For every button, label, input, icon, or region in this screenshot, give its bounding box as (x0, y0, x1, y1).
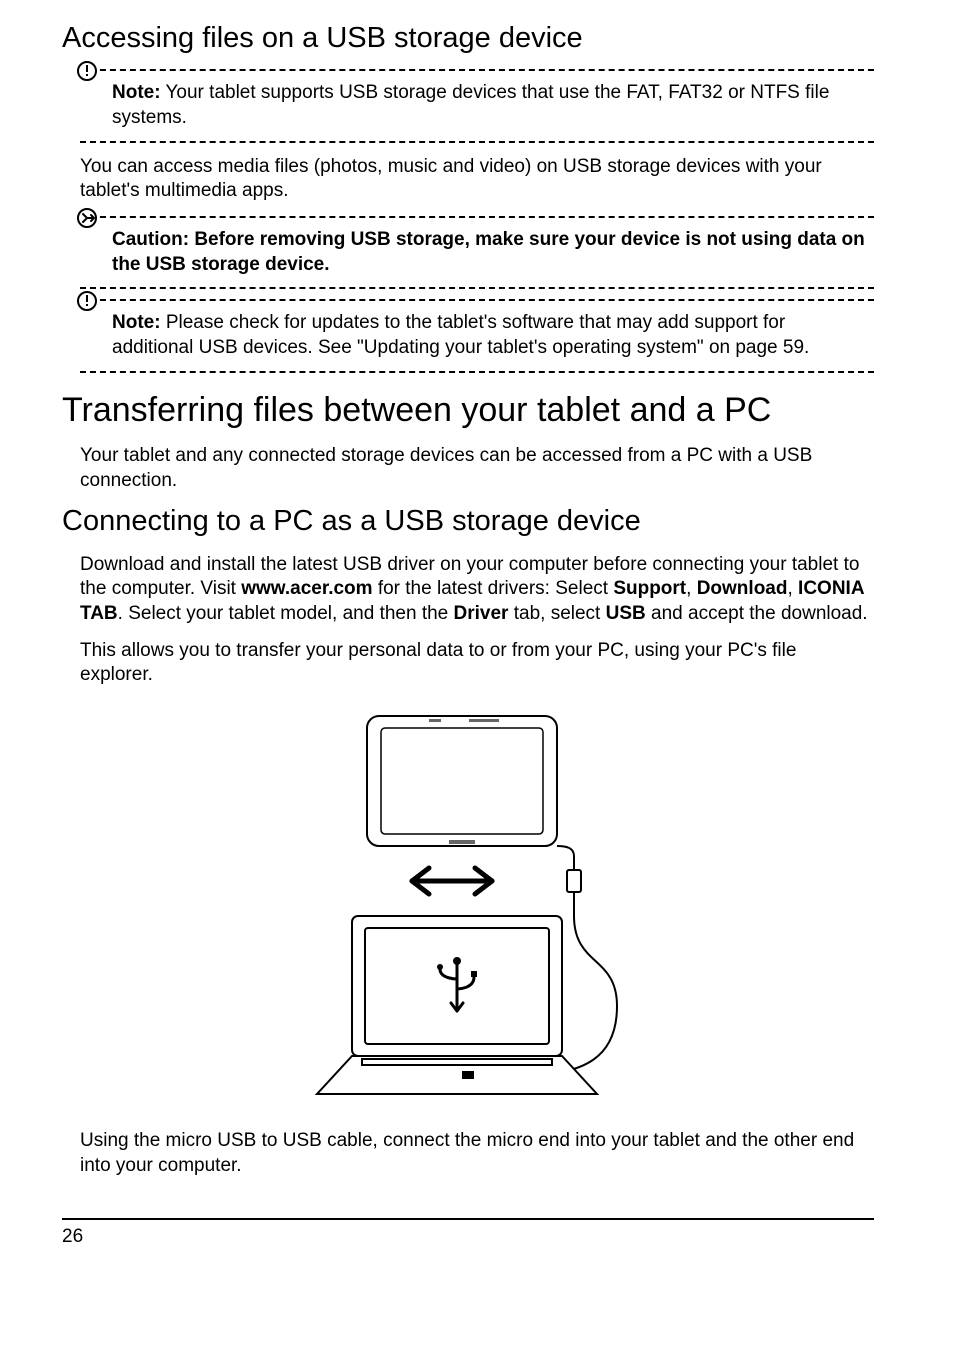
page-number: 26 (62, 1226, 83, 1247)
label-support: Support (613, 578, 686, 599)
label-usb: USB (606, 603, 646, 624)
heading-accessing: Accessing files on a USB storage device (62, 22, 874, 55)
label-driver: Driver (454, 603, 509, 624)
note-text: Your tablet supports USB storage devices… (112, 82, 829, 128)
paragraph-access: You can access media files (photos, musi… (80, 155, 874, 204)
text: , (787, 578, 798, 599)
note-icon (76, 290, 98, 312)
caution-remove: Caution: Before removing USB storage, ma… (80, 216, 874, 289)
page: Accessing files on a USB storage device … (0, 0, 954, 1278)
paragraph-transfer: Your tablet and any connected storage de… (80, 444, 874, 493)
caution-icon (76, 207, 98, 229)
paragraph-driver: Download and install the latest USB driv… (80, 553, 874, 627)
paragraph-explorer: This allows you to transfer your persona… (80, 639, 874, 688)
note-icon (76, 60, 98, 82)
page-footer: 26 (62, 1218, 874, 1248)
text: and accept the download. (646, 603, 868, 624)
text: . Select your tablet model, and then the (118, 603, 454, 624)
text: tab, select (508, 603, 605, 624)
label-download: Download (697, 578, 788, 599)
text: , (686, 578, 697, 599)
heading-transferring: Transferring files between your tablet a… (62, 391, 874, 430)
note-label: Note: (112, 312, 161, 333)
figure-usb-connection (80, 706, 874, 1111)
heading-connecting: Connecting to a PC as a USB storage devi… (62, 505, 874, 538)
note-label: Note: (112, 82, 161, 103)
note-updates: Note: Please check for updates to the ta… (80, 299, 874, 372)
note-fat: Note: Your tablet supports USB storage d… (80, 69, 874, 142)
note-text: Please check for updates to the tablet's… (112, 312, 809, 358)
text: for the latest drivers: Select (373, 578, 614, 599)
caution-text: Caution: Before removing USB storage, ma… (112, 229, 865, 275)
url-acer: www.acer.com (241, 578, 372, 599)
paragraph-cable: Using the micro USB to USB cable, connec… (80, 1129, 874, 1178)
